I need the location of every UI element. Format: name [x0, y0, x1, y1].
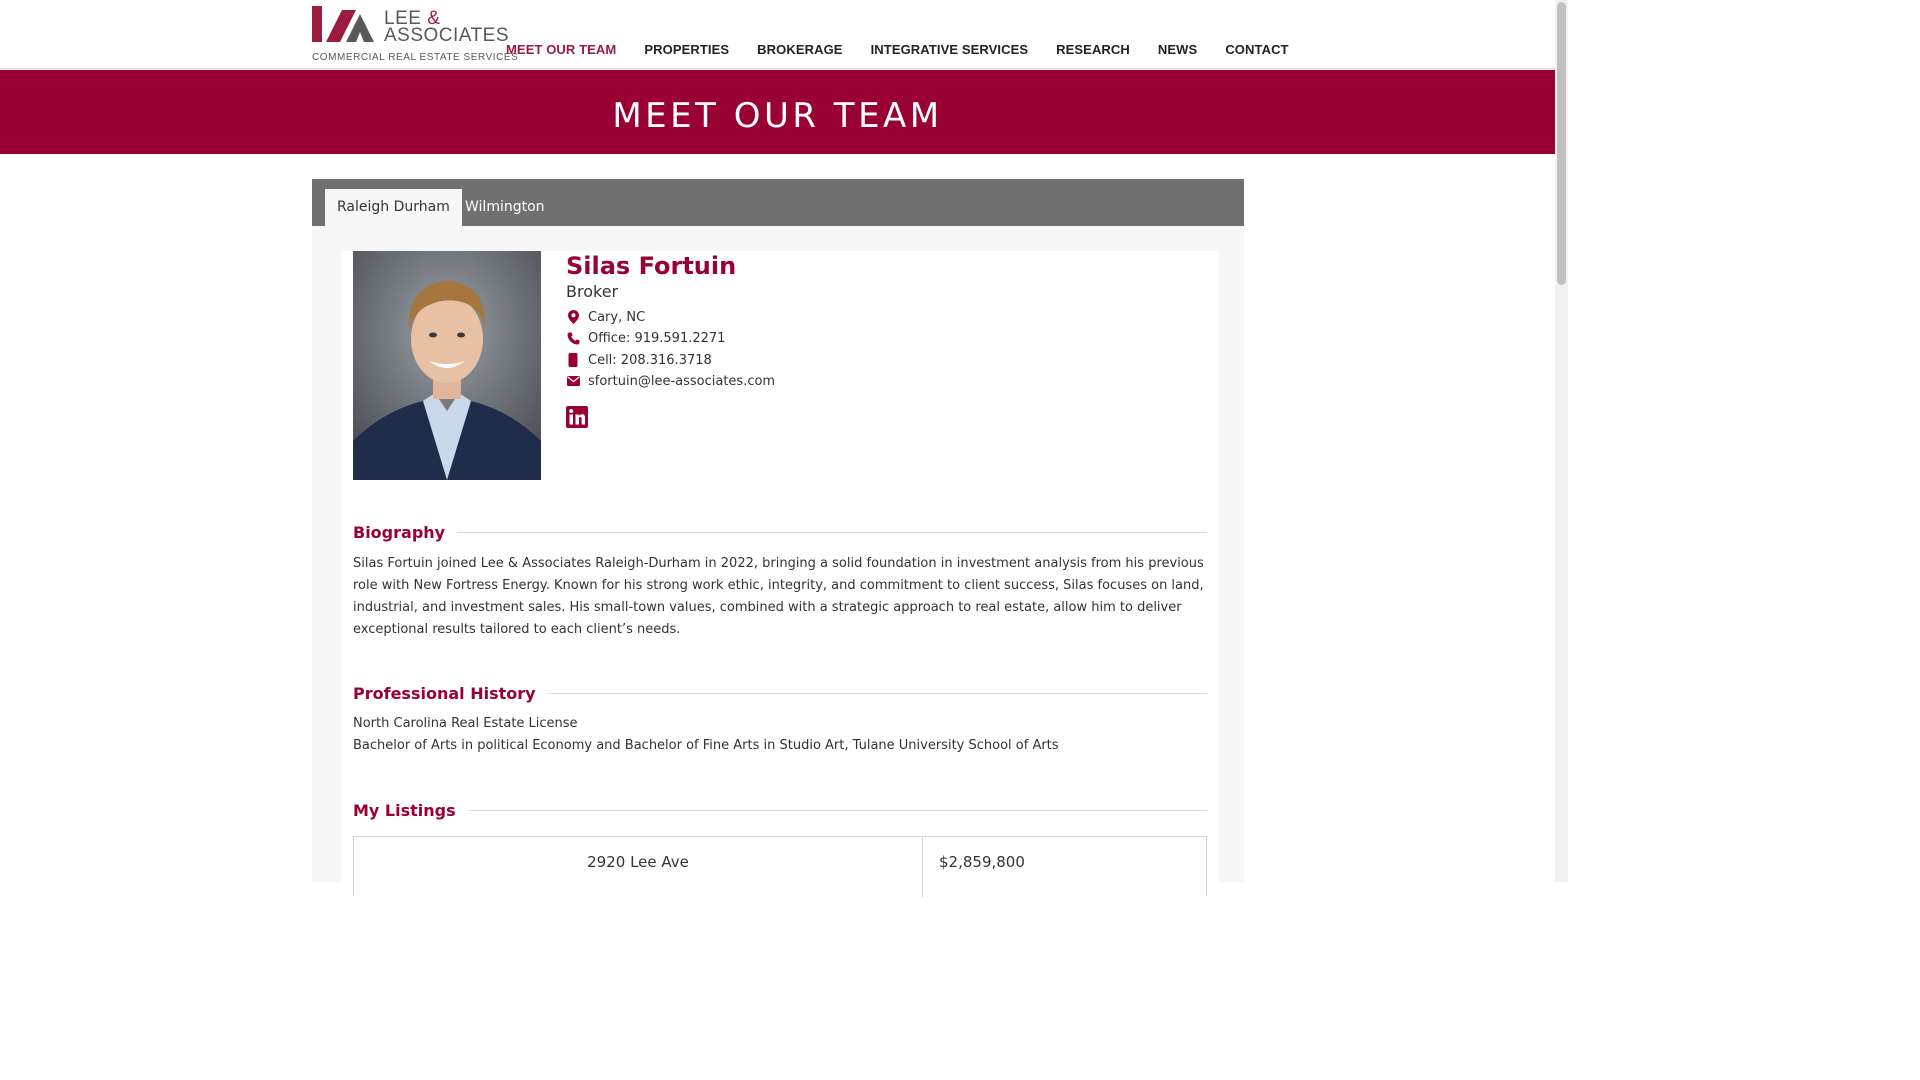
map-pin-icon	[566, 310, 580, 324]
tab-wilmington[interactable]: Wilmington	[453, 189, 557, 226]
nav-news[interactable]: NEWS	[1158, 40, 1197, 60]
agent-location: Cary, NC	[566, 308, 645, 326]
linkedin-icon[interactable]	[566, 406, 588, 428]
agent-card: Silas Fortuin Broker Cary, NC Office: 91…	[341, 251, 1219, 897]
listings-title: My Listings	[353, 800, 456, 820]
logo-text-associates: ASSOCIATES	[384, 25, 510, 46]
nav-meet-our-team[interactable]: MEET OUR TEAM	[506, 40, 616, 60]
office-tab-bar: Raleigh Durham Wilmington	[312, 179, 1244, 226]
agent-title: Broker	[566, 282, 619, 301]
agent-portrait-image	[353, 251, 541, 480]
agent-email: sfortuin@lee-associates.com	[566, 372, 775, 390]
listing-address: 2920 Lee Ave	[587, 853, 689, 871]
main-nav: MEET OUR TEAM PROPERTIES BROKERAGE INTEG…	[506, 40, 1289, 60]
team-panel: Raleigh Durham Wilmington Silas Fortuin …	[312, 179, 1244, 897]
agent-office-phone[interactable]: Office: 919.591.2271	[566, 329, 725, 347]
listing-divider	[922, 837, 923, 897]
mobile-phone-icon	[566, 353, 580, 367]
listing-card[interactable]: 2920 Lee Ave $2,859,800	[353, 836, 1207, 897]
agent-cell-phone-text: Cell: 208.316.3718	[588, 352, 712, 368]
envelope-icon	[566, 374, 580, 388]
logo-tagline: COMMERCIAL REAL ESTATE SERVICES	[312, 52, 519, 63]
agent-cell-phone[interactable]: Cell: 208.316.3718	[566, 351, 712, 369]
agent-location-text: Cary, NC	[588, 309, 646, 325]
nav-properties[interactable]: PROPERTIES	[644, 40, 729, 60]
page-title: MEET OUR TEAM	[612, 96, 943, 136]
logo-mark-icon	[312, 6, 374, 42]
agent-email-link[interactable]: sfortuin@lee-associates.com	[588, 374, 775, 389]
biography-text: Silas Fortuin joined Lee & Associates Ra…	[353, 556, 1204, 637]
agent-office-phone-text: Office: 919.591.2271	[588, 330, 726, 346]
history-title: Professional History	[353, 683, 536, 703]
page-scrollbar[interactable]	[1555, 0, 1568, 882]
section-divider	[467, 809, 1207, 811]
history-item: North Carolina Real Estate License	[353, 716, 578, 731]
phone-icon	[566, 331, 580, 345]
biography-section-header: Biography	[353, 521, 1207, 543]
section-divider	[547, 692, 1207, 694]
listings-section-header: My Listings	[353, 799, 1207, 821]
section-divider	[457, 531, 1207, 533]
agent-name: Silas Fortuin	[566, 252, 737, 280]
listing-price: $2,859,800	[939, 853, 1025, 871]
page-banner: MEET OUR TEAM	[0, 70, 1555, 154]
nav-brokerage[interactable]: BROKERAGE	[757, 40, 842, 60]
site-header: LEE & ASSOCIATES COMMERCIAL REAL ESTATE …	[0, 0, 1555, 70]
agent-photo	[353, 251, 541, 480]
history-item: Bachelor of Arts in political Economy an…	[353, 738, 1059, 753]
company-logo[interactable]: LEE & ASSOCIATES COMMERCIAL REAL ESTATE …	[312, 6, 519, 64]
tab-raleigh-durham[interactable]: Raleigh Durham	[325, 189, 462, 226]
scrollbar-thumb[interactable]	[1557, 2, 1566, 285]
nav-contact[interactable]: CONTACT	[1225, 40, 1288, 60]
nav-research[interactable]: RESEARCH	[1056, 40, 1130, 60]
biography-title: Biography	[353, 522, 446, 542]
nav-integrative-services[interactable]: INTEGRATIVE SERVICES	[871, 40, 1029, 60]
history-section-header: Professional History	[353, 682, 1207, 704]
